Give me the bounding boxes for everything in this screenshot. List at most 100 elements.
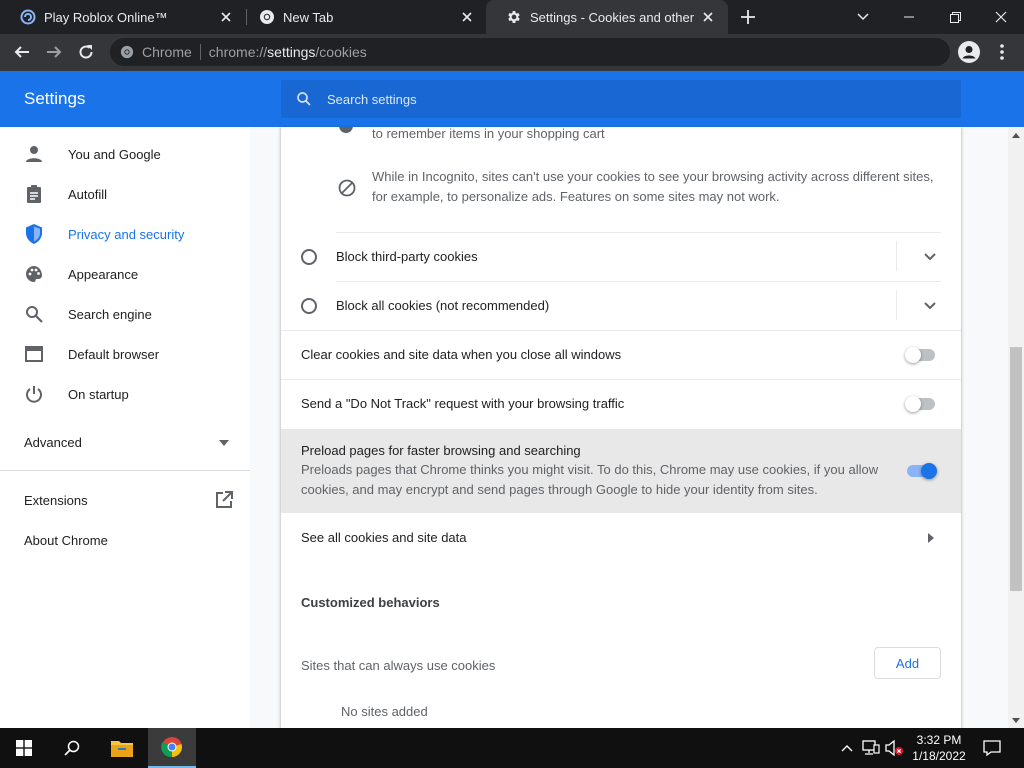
radio-button[interactable] [301,298,317,314]
search-box[interactable] [281,80,961,118]
open-in-new-icon[interactable] [215,491,233,509]
tab-title: Settings - Cookies and other site [530,9,696,25]
preload-toggle[interactable] [905,461,937,481]
toggle-knob [905,396,921,412]
radio-button[interactable] [301,249,317,265]
sidebar-item-on-startup[interactable]: On startup [0,374,250,414]
caret-down-icon [1012,717,1020,723]
clock-date: 1/18/2022 [912,749,966,763]
dnt-toggle[interactable] [905,394,937,414]
option-label: Block third-party cookies [336,249,478,264]
windows-logo-icon [16,740,32,756]
cookies-settings-card: to remember items in your shopping cart … [281,127,961,728]
chevron-down-icon [924,302,936,310]
screen: Play Roblox Online™ New Tab Settings - C… [0,0,1024,768]
divider [199,44,201,60]
address-bar[interactable]: Chrome chrome://settings/cookies [110,38,950,66]
sidebar-about-chrome[interactable]: About Chrome [24,533,108,548]
toggle-knob [905,347,921,363]
chip-label: Chrome [142,44,192,60]
sidebar-item-you-and-google[interactable]: You and Google [0,134,250,174]
vertical-separator [896,290,897,320]
sidebar-item-default-browser[interactable]: Default browser [0,334,250,374]
see-all-cookies-row[interactable]: See all cookies and site data [281,513,961,562]
close-icon[interactable] [696,5,720,29]
incognito-text-line1: While in Incognito, sites can't use your… [372,169,934,184]
preload-sub-line2: cookies, and may encrypt and send pages … [301,482,818,497]
expand-button[interactable] [920,296,940,316]
tab-roblox[interactable]: Play Roblox Online™ [0,0,246,34]
sidebar-item-label: Autofill [68,186,108,202]
dnt-label: Send a "Do Not Track" request with your … [301,396,625,411]
reload-button[interactable] [72,38,100,66]
site-info-button[interactable]: Chrome [120,44,192,60]
expand-button[interactable] [920,247,940,267]
volume-muted-icon[interactable] [885,738,905,758]
network-icon[interactable] [861,738,881,758]
system-clock[interactable]: 3:32 PM 1/18/2022 [906,732,972,764]
caret-down-icon [219,440,229,446]
tab-settings[interactable]: Settings - Cookies and other site [486,0,728,34]
file-explorer-button[interactable] [98,728,146,768]
url-scheme: chrome:// [208,44,268,60]
back-button[interactable] [8,38,36,66]
page-title: Settings [24,89,86,108]
sidebar-item-label: Privacy and security [68,226,185,242]
windows-taskbar: 3:32 PM 1/18/2022 [0,728,1024,768]
url-path: /cookies [315,44,367,60]
profile-button[interactable] [955,38,983,66]
search-input[interactable] [327,91,887,107]
url-text: chrome://settings/cookies [209,44,367,60]
chevron-down-icon [924,253,936,261]
start-button[interactable] [0,728,48,768]
sidebar-divider [0,470,250,471]
scroll-up-button[interactable] [1008,127,1024,143]
sidebar-item-autofill[interactable]: Autofill [0,174,250,214]
divider [336,232,941,233]
close-icon[interactable] [214,5,238,29]
minimize-button[interactable] [886,0,932,34]
sidebar-item-privacy-and-security[interactable]: Privacy and security [0,214,250,254]
sidebar-item-label: You and Google [68,146,161,162]
clear-on-exit-toggle[interactable] [905,345,937,365]
search-icon [297,92,311,106]
toggle-knob [921,463,937,479]
taskbar-search-button[interactable] [48,728,96,768]
tab-new-tab[interactable]: New Tab [239,0,487,34]
menu-button[interactable] [988,38,1016,66]
close-icon[interactable] [455,5,479,29]
extensions-label: Extensions [24,493,88,508]
block-icon [338,179,356,197]
roblox-icon [20,9,36,25]
chrome-taskbar-button[interactable] [148,728,196,768]
tab-search-button[interactable] [840,0,886,34]
add-site-button[interactable]: Add [874,647,941,679]
show-hidden-icons-button[interactable] [837,738,857,758]
page-scrollbar[interactable] [1008,127,1024,728]
search-icon [64,740,80,756]
preload-label: Preload pages for faster browsing and se… [301,443,581,458]
restore-button[interactable] [932,0,978,34]
sidebar-extensions[interactable]: Extensions [24,493,88,508]
shield-icon [24,224,44,244]
sidebar-advanced[interactable]: Advanced [24,435,82,450]
clear-on-exit-label: Clear cookies and site data when you clo… [301,347,622,362]
forward-button[interactable] [40,38,68,66]
search-icon [24,304,44,324]
tab-strip: Play Roblox Online™ New Tab Settings - C… [0,0,1024,34]
new-tab-button[interactable] [736,5,760,29]
sidebar-item-label: On startup [68,386,129,402]
partial-item-text: to remember items in your shopping cart [372,127,605,141]
advanced-label: Advanced [24,435,82,450]
sidebar-item-appearance[interactable]: Appearance [0,254,250,294]
sidebar-item-search-engine[interactable]: Search engine [0,294,250,334]
url-host: settings [267,44,316,60]
option-label: Block all cookies (not recommended) [336,298,550,313]
incognito-text-line2: for example, to personalize ads. Feature… [372,189,780,204]
sidebar-item-label: Appearance [68,266,139,282]
scroll-down-button[interactable] [1008,712,1024,728]
gear-icon [506,9,522,25]
close-window-button[interactable] [978,0,1024,34]
action-center-button[interactable] [982,738,1002,758]
scroll-thumb[interactable] [1010,347,1022,591]
